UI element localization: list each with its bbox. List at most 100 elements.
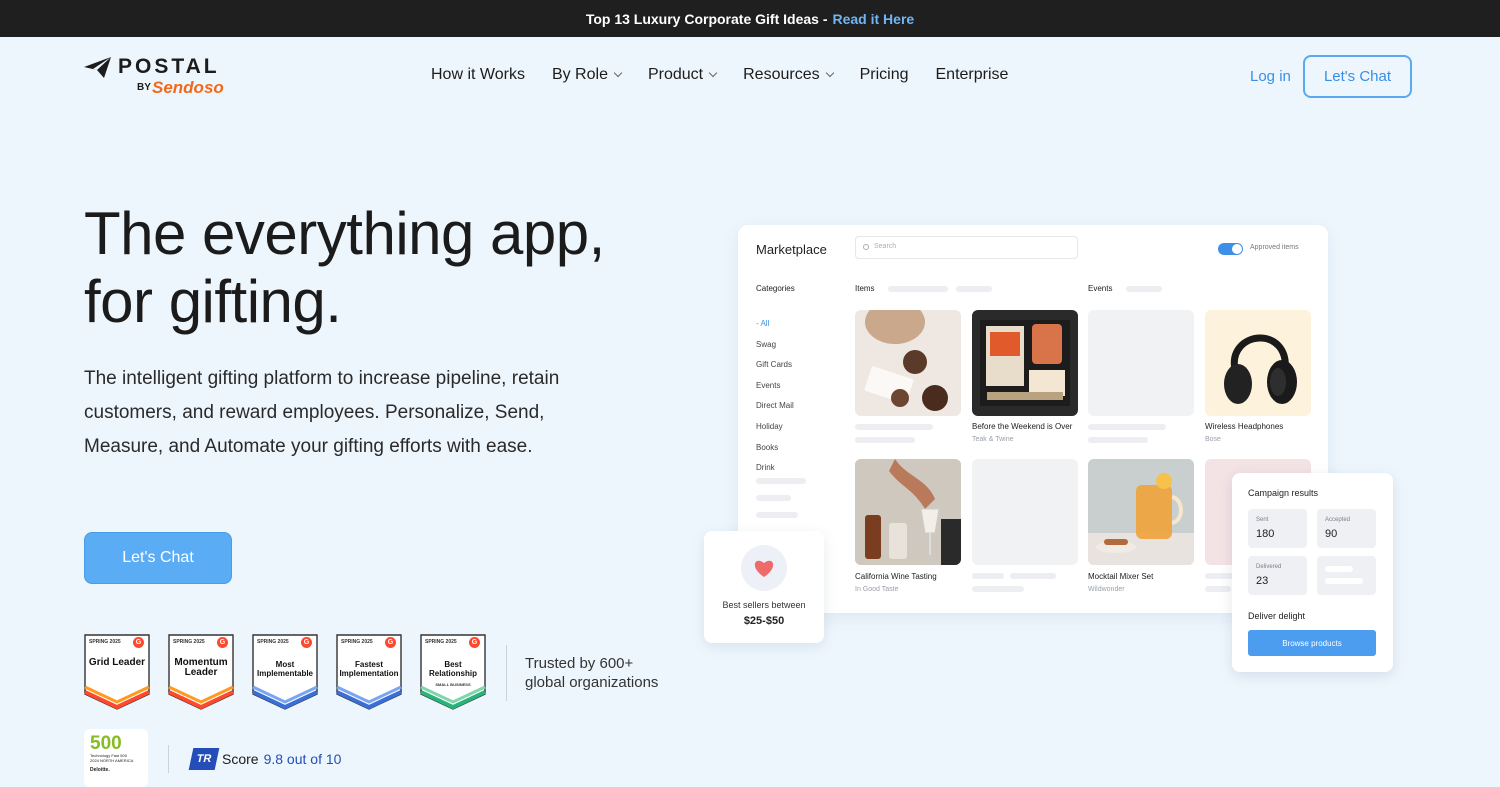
- deliver-delight-label: Deliver delight: [1248, 611, 1306, 621]
- brand-parent: Sendoso: [152, 78, 224, 97]
- chevron-down-icon: [708, 68, 718, 78]
- deloitte-fast500-badge: 500 Technology Fast 500 2024 NORTH AMERI…: [84, 729, 148, 787]
- product-image-headphones: [1205, 310, 1311, 416]
- category-item: Drink: [756, 463, 775, 473]
- approved-toggle: [1218, 243, 1243, 255]
- main-nav: How it Works By Role Product Resources P…: [431, 66, 1008, 84]
- marketplace-title: Marketplace: [756, 242, 827, 257]
- product-image-gift-box: [972, 310, 1078, 416]
- best-sellers-label: Best sellers between: [722, 600, 806, 610]
- paper-plane-icon: [84, 57, 111, 78]
- heart-icon: [741, 545, 787, 591]
- stat-placeholder: [1317, 556, 1376, 595]
- nav-enterprise[interactable]: Enterprise: [936, 66, 1009, 84]
- category-item: Books: [756, 442, 779, 452]
- g2-logo-icon: G: [217, 637, 228, 648]
- skeleton-line: [1088, 437, 1148, 443]
- hero-chat-button[interactable]: Let's Chat: [84, 532, 232, 584]
- search-icon: [863, 244, 869, 250]
- skeleton-line: [756, 478, 806, 484]
- product-name: Mocktail Mixer Set: [1088, 572, 1154, 581]
- brand-by: BY: [137, 82, 151, 93]
- trustradius-logo-icon: TR: [188, 748, 220, 770]
- stat-delivered: Delivered 23: [1248, 556, 1307, 595]
- skeleton-line: [1010, 573, 1056, 579]
- hero-title: The everything app, for gifting.: [84, 200, 605, 335]
- skeleton-line: [1325, 578, 1363, 584]
- skeleton-line: [1126, 286, 1162, 292]
- divider: [506, 645, 507, 701]
- skeleton-line: [756, 512, 798, 518]
- nav-product[interactable]: Product: [648, 66, 718, 84]
- skeleton-line: [972, 586, 1024, 592]
- stat-accepted: Accepted 90: [1317, 509, 1376, 548]
- trustradius-score: TR Score 9.8 out of 10: [188, 748, 341, 770]
- best-sellers-range: $25-$50: [743, 615, 785, 627]
- g2-badge-grid-leader: SPRING 2025 G Grid Leader: [84, 634, 150, 710]
- nav-resources[interactable]: Resources: [743, 66, 834, 84]
- skeleton-line: [956, 286, 992, 292]
- events-title: Events: [1088, 284, 1113, 293]
- product-name: Wireless Headphones: [1205, 422, 1284, 431]
- announcement-text: Top 13 Luxury Corporate Gift Ideas -: [585, 10, 828, 27]
- stat-sent: Sent 180: [1248, 509, 1307, 548]
- skeleton-line: [1325, 566, 1353, 572]
- g2-badges: SPRING 2025 G Grid Leader SPRING 2025 G Mo…: [84, 634, 486, 710]
- product-brand: In Good Taste: [855, 586, 899, 593]
- announcement-bar: Top 13 Luxury Corporate Gift Ideas - Rea…: [0, 0, 1500, 37]
- nav-how-it-works[interactable]: How it Works: [431, 66, 525, 84]
- header-chat-button[interactable]: Let's Chat: [1303, 55, 1412, 98]
- g2-logo-icon: G: [385, 637, 396, 648]
- skeleton-line: [1088, 424, 1166, 430]
- trusted-text: Trusted by 600+ global organizations: [525, 655, 659, 691]
- campaign-results-card: Campaign results Sent 180 Accepted 90 De…: [1232, 473, 1393, 672]
- product-name: California Wine Tasting: [855, 572, 937, 581]
- product-name: Before the Weekend is Over: [972, 422, 1073, 431]
- announcement-link[interactable]: Read it Here: [832, 11, 914, 27]
- category-list: - All Swag Gift Cards Events Direct Mail…: [756, 314, 794, 479]
- product-brand: Teak & Twine: [972, 436, 1014, 443]
- category-item: Events: [756, 380, 781, 390]
- category-item: Direct Mail: [756, 401, 794, 411]
- skeleton-line: [855, 424, 933, 430]
- divider: [168, 745, 169, 773]
- best-sellers-card: Best sellers between $25-$50: [704, 531, 824, 643]
- g2-badge-momentum-leader: SPRING 2025 G Momentum Leader: [168, 634, 234, 710]
- skeleton-line: [756, 495, 791, 501]
- skeleton-line: [855, 437, 915, 443]
- category-item: - All: [756, 319, 770, 328]
- chevron-down-icon: [613, 68, 623, 78]
- campaign-title: Campaign results: [1248, 488, 1319, 498]
- g2-logo-icon: G: [133, 637, 144, 648]
- approved-label: Approved items: [1250, 244, 1299, 251]
- chevron-down-icon: [825, 68, 834, 78]
- product-image-chocolate: [855, 310, 961, 416]
- skeleton-line: [888, 286, 948, 292]
- g2-badge-best-relationship: SPRING 2025 G Best Relationship SMALL BUS…: [420, 634, 486, 710]
- product-placeholder: [972, 459, 1078, 565]
- product-image-wine: [855, 459, 961, 565]
- g2-logo-icon: G: [469, 637, 480, 648]
- product-image-mocktail: [1088, 459, 1194, 565]
- nav-by-role[interactable]: By Role: [552, 66, 623, 84]
- nav-pricing[interactable]: Pricing: [860, 66, 909, 84]
- g2-badge-most-implementable: SPRING 2025 G Most Implementable: [252, 634, 318, 710]
- categories-title: Categories: [756, 284, 795, 293]
- product-brand: Bose: [1205, 436, 1221, 443]
- g2-badge-fastest-implementation: SPRING 2025 G Fastest Implementation: [336, 634, 402, 710]
- category-item: Gift Cards: [756, 360, 793, 370]
- brand-logo[interactable]: POSTAL BY Sendoso: [84, 55, 234, 101]
- brand-name: POSTAL: [118, 55, 220, 78]
- g2-logo-icon: G: [301, 637, 312, 648]
- items-title: Items: [855, 284, 875, 293]
- product-placeholder: [1088, 310, 1194, 416]
- category-item: Swag: [756, 339, 777, 349]
- browse-products-button: Browse products: [1248, 630, 1376, 656]
- skeleton-line: [1205, 573, 1235, 579]
- product-brand: Wildwonder: [1088, 586, 1125, 593]
- marketplace-search-input: Search: [855, 236, 1078, 259]
- login-link[interactable]: Log in: [1250, 68, 1291, 85]
- hero-subtitle: The intelligent gifting platform to incr…: [84, 368, 560, 457]
- category-item: Holiday: [756, 421, 783, 431]
- skeleton-line: [972, 573, 1004, 579]
